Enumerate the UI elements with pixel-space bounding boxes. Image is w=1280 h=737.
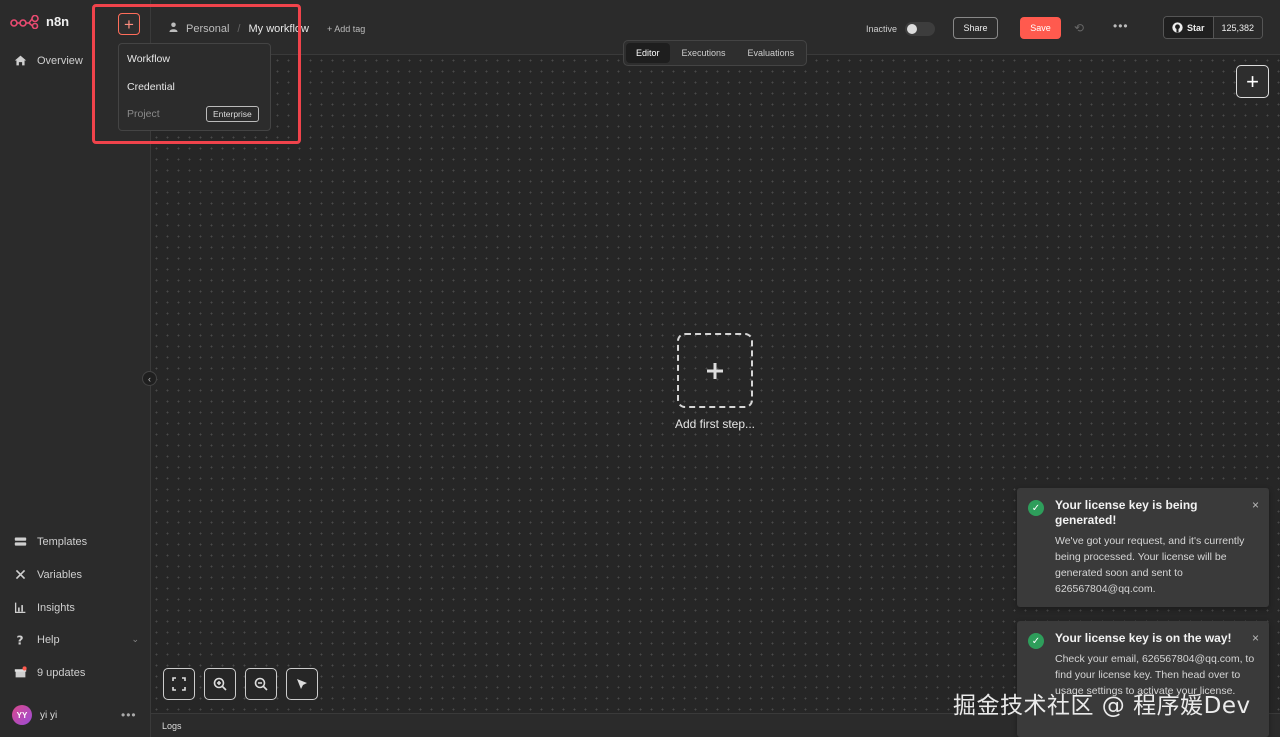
more-options-icon[interactable]: ••• [1113, 19, 1129, 33]
project-link[interactable]: Personal [186, 23, 229, 35]
active-toggle[interactable] [905, 22, 936, 36]
add-first-step-label: Add first step... [674, 417, 756, 431]
zoom-in-icon [213, 677, 227, 691]
chart-icon [14, 602, 26, 614]
close-icon[interactable]: × [1252, 498, 1259, 512]
app-name: n8n [46, 14, 70, 29]
home-icon [14, 55, 27, 66]
github-star-button[interactable]: Star 125,382 [1163, 16, 1264, 39]
sidebar-item-templates[interactable]: Templates [14, 535, 87, 548]
n8n-logo-icon [10, 14, 39, 29]
sidebar-item-updates[interactable]: 9 updates [14, 666, 85, 679]
tab-editor[interactable]: Editor [626, 43, 670, 63]
variables-icon [15, 569, 26, 580]
save-button[interactable]: Save [1020, 17, 1061, 39]
collapse-sidebar-button[interactable]: ‹ [142, 371, 157, 386]
sidebar-item-label: Overview [37, 54, 83, 67]
add-first-step-button[interactable] [677, 333, 753, 408]
menu-item-project: Project [127, 108, 160, 120]
sidebar-item-label: Insights [37, 601, 75, 614]
create-new-button[interactable]: + [118, 13, 140, 35]
tidy-up-button[interactable] [286, 668, 318, 700]
history-icon[interactable]: ⟲ [1074, 21, 1084, 35]
fit-view-button[interactable] [163, 668, 195, 700]
sidebar-item-variables[interactable]: Variables [14, 568, 82, 581]
sidebar-item-overview[interactable]: Overview [14, 54, 83, 67]
workflow-name[interactable]: My workflow [248, 23, 309, 35]
zoom-out-icon [254, 677, 268, 691]
sidebar-item-help[interactable]: ? Help ⌄ [14, 633, 139, 646]
close-icon[interactable]: × [1252, 631, 1259, 645]
user-menu[interactable]: YY yi yi [12, 705, 57, 725]
tab-evaluations[interactable]: Evaluations [738, 43, 805, 63]
toast-license-generating: ✓ Your license key is being generated! W… [1017, 488, 1269, 607]
user-more-icon[interactable]: ••• [121, 708, 137, 722]
zoom-in-button[interactable] [204, 668, 236, 700]
cursor-icon [297, 679, 307, 689]
menu-item-credential[interactable]: Credential [127, 81, 175, 93]
add-tag-button[interactable]: + Add tag [327, 24, 365, 34]
add-node-button[interactable]: + [1236, 65, 1269, 98]
chevron-down-icon: ⌄ [131, 634, 139, 644]
breadcrumb-separator: / [237, 22, 241, 35]
gift-icon [14, 666, 27, 678]
github-star-label: Star [1187, 22, 1205, 33]
person-icon [169, 22, 178, 35]
n8n-logo[interactable]: n8n [10, 14, 69, 29]
breadcrumb: Personal / My workflow + Add tag [169, 22, 365, 35]
sidebar-item-label: Variables [37, 568, 83, 581]
toast-title: Your license key is on the way! [1055, 631, 1232, 645]
watermark: 掘金技术社区 @ 程序媛Dev [953, 693, 1251, 719]
github-star-count: 125,382 [1212, 17, 1263, 38]
sidebar-item-insights[interactable]: Insights [14, 601, 75, 614]
status-label: Inactive [866, 24, 898, 34]
menu-item-workflow[interactable]: Workflow [127, 53, 170, 65]
sidebar-item-label: Templates [37, 535, 88, 548]
sidebar-item-label: Help [37, 633, 60, 646]
enterprise-badge: Enterprise [206, 106, 259, 122]
help-icon: ? [16, 633, 23, 646]
active-toggle-group[interactable]: Inactive [866, 22, 936, 36]
templates-icon [14, 537, 27, 546]
zoom-out-button[interactable] [245, 668, 277, 700]
share-button[interactable]: Share [953, 17, 998, 39]
success-check-icon: ✓ [1028, 633, 1044, 649]
logs-label: Logs [162, 721, 182, 731]
toast-body: We've got your request, and it's current… [1055, 535, 1245, 595]
fit-view-icon [172, 677, 186, 691]
view-tabs: Editor Executions Evaluations [623, 40, 808, 66]
user-name: yi yi [40, 709, 58, 721]
tab-executions[interactable]: Executions [672, 43, 736, 63]
create-menu: Workflow Credential Project Enterprise [118, 43, 271, 131]
sidebar-item-label: 9 updates [37, 666, 86, 679]
github-star: Star [1164, 17, 1213, 38]
success-check-icon: ✓ [1028, 500, 1044, 516]
plus-icon [707, 362, 723, 379]
toast-title: Your license key is being generated! [1055, 498, 1198, 527]
avatar: YY [12, 705, 32, 725]
github-icon [1172, 22, 1183, 33]
svg-text:?: ? [16, 633, 23, 646]
